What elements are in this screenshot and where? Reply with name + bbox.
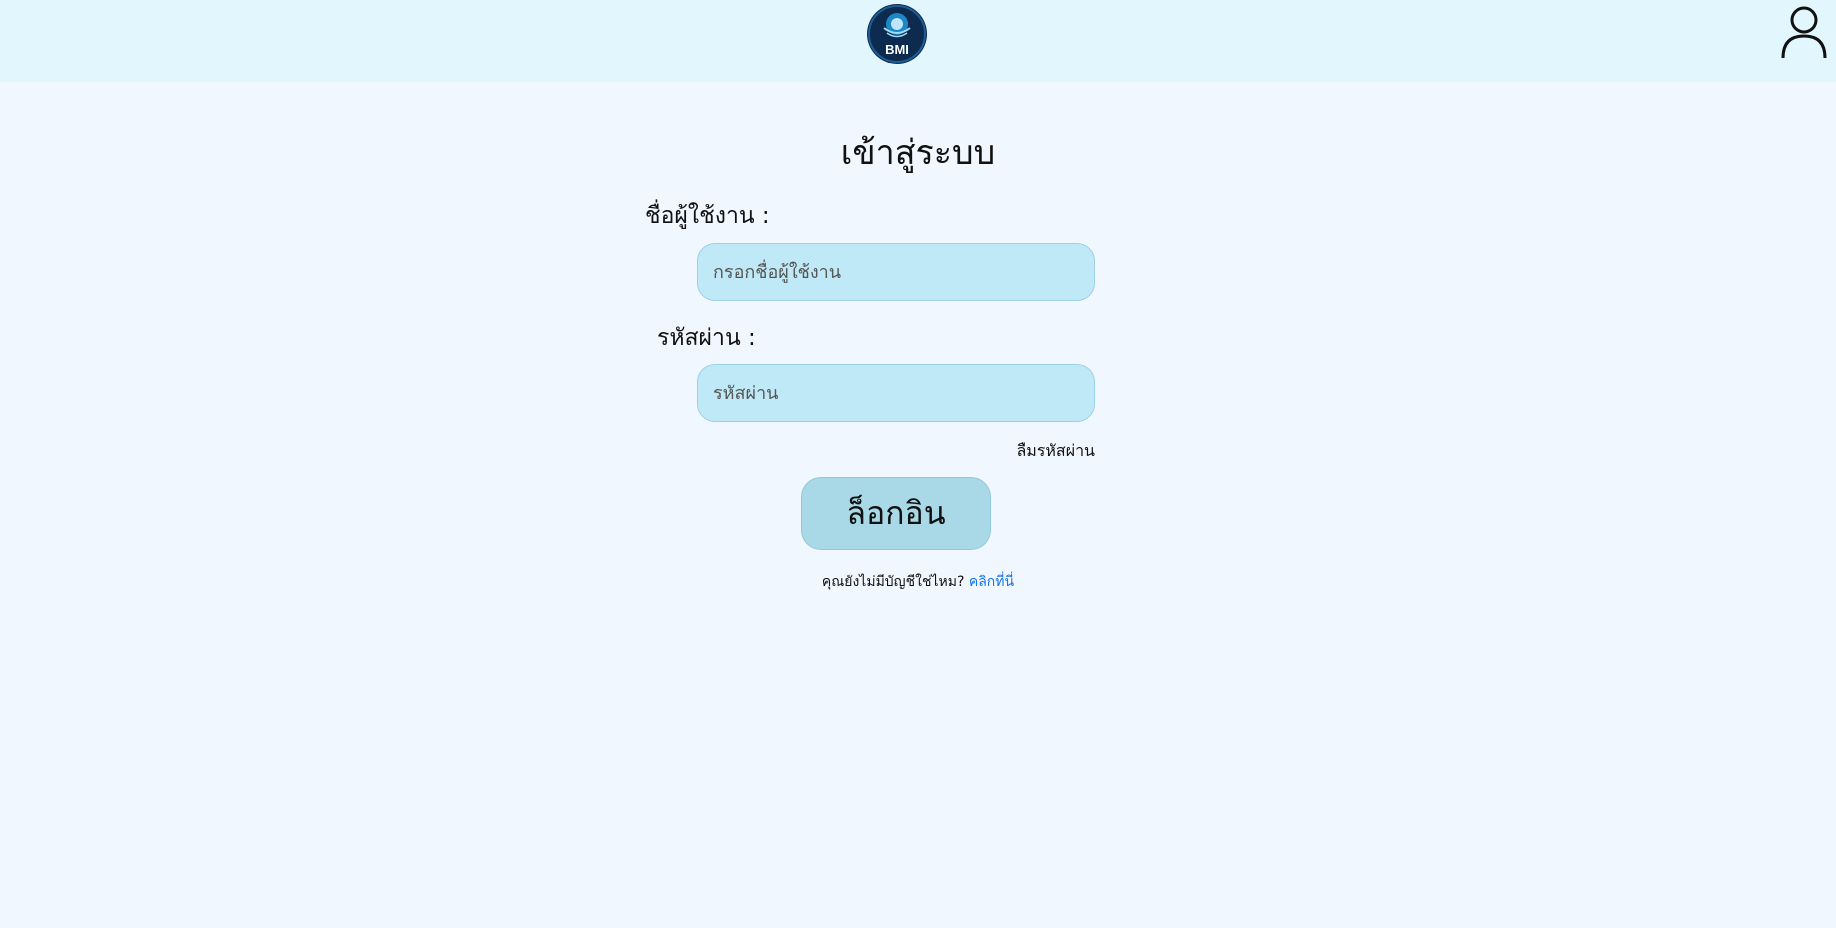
forgot-password-link[interactable]: ลืมรหัสผ่าน bbox=[960, 439, 1095, 464]
password-input[interactable] bbox=[697, 364, 1095, 422]
top-header: BMI bbox=[0, 0, 1836, 82]
bmi-logo-graphic: BMI bbox=[868, 5, 926, 63]
user-icon[interactable] bbox=[1780, 4, 1828, 60]
username-label: ชื่อผู้ใช้งาน : bbox=[645, 203, 770, 229]
no-account-text: คุณยังไม่มีบัญชีใช่ไหม? bbox=[821, 574, 965, 590]
login-button[interactable]: ล็อกอิน bbox=[801, 477, 991, 550]
password-label: รหัสผ่าน : bbox=[657, 325, 756, 351]
logo-text: BMI bbox=[885, 42, 909, 57]
signup-link[interactable]: คลิกที่นี่ bbox=[969, 574, 1014, 590]
bmi-logo-icon[interactable]: BMI bbox=[867, 4, 927, 64]
username-input[interactable] bbox=[697, 243, 1095, 301]
signup-prompt: คุณยังไม่มีบัญชีใช่ไหม? คลิกที่นี่ bbox=[0, 571, 1836, 593]
page-title: เข้าสู่ระบบ bbox=[840, 133, 996, 173]
